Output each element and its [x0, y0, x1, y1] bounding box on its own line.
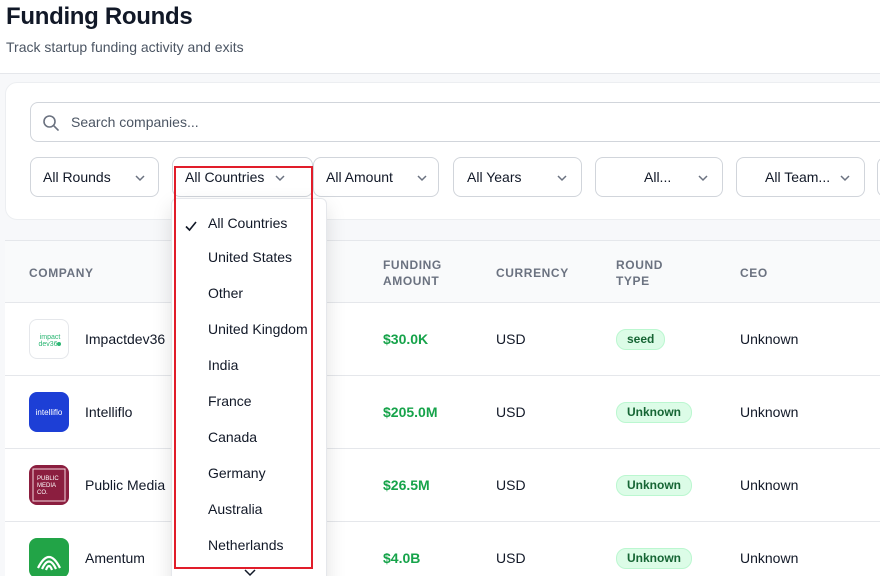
- chevron-down-icon: [275, 175, 285, 182]
- country-option-australia[interactable]: Australia: [208, 501, 262, 517]
- column-header-round-type[interactable]: Round Type: [616, 257, 676, 289]
- svg-text:intelliflo: intelliflo: [36, 408, 63, 417]
- ceo-name: Unknown: [740, 550, 799, 566]
- intelliflo-logo-icon: intelliflo: [36, 408, 63, 417]
- country-option-united-kingdom[interactable]: United Kingdom: [208, 321, 308, 337]
- round-filter-label: All Rounds: [43, 169, 111, 185]
- table-row[interactable]: intelliflo Intelliflo $205.0M USD Unknow…: [5, 376, 880, 449]
- column-header-company[interactable]: Company: [29, 265, 94, 281]
- svg-text:PUBLIC: PUBLIC: [37, 476, 59, 482]
- amount-filter-label: All Amount: [326, 169, 393, 185]
- company-logo: intelliflo: [29, 392, 69, 432]
- country-filter-label: All Countries: [185, 169, 265, 185]
- funding-amount: $205.0M: [383, 404, 438, 420]
- search-box[interactable]: [30, 102, 880, 142]
- company-name[interactable]: Impactdev36: [85, 331, 165, 347]
- ceo-name: Unknown: [740, 477, 799, 493]
- public-media-logo-icon: PUBLIC MEDIA CO.: [32, 468, 66, 502]
- round-filter-select[interactable]: All Rounds: [30, 157, 159, 197]
- round-type-badge: Unknown: [616, 402, 692, 423]
- company-logo: impact dev36: [29, 319, 69, 359]
- country-option-united-states[interactable]: United States: [208, 249, 292, 265]
- ceo-name: Unknown: [740, 331, 799, 347]
- team-filter-label: All Team...: [765, 169, 831, 185]
- country-option-france[interactable]: France: [208, 393, 252, 409]
- ceo-name: Unknown: [740, 404, 799, 420]
- search-input[interactable]: [71, 103, 771, 141]
- round-type-badge: Unknown: [616, 548, 692, 569]
- impactdev-logo-icon: impact dev36: [38, 334, 61, 348]
- svg-text:impact: impact: [40, 334, 61, 341]
- country-option-all[interactable]: All Countries: [208, 215, 287, 231]
- search-icon: [43, 115, 59, 131]
- amentum-logo-icon: [37, 555, 61, 571]
- svg-text:dev36: dev36: [38, 341, 57, 348]
- country-option-netherlands[interactable]: Netherlands: [208, 537, 284, 553]
- country-dropdown-menu: All Countries United States Other United…: [171, 198, 327, 576]
- funding-amount: $30.0K: [383, 331, 429, 347]
- filter-select-5[interactable]: All...: [595, 157, 723, 197]
- company-name[interactable]: Intelliflo: [85, 404, 132, 420]
- page-subtitle: Track startup funding activity and exits: [6, 39, 244, 55]
- svg-text:MEDIA: MEDIA: [37, 483, 56, 489]
- page-title: Funding Rounds: [6, 3, 193, 30]
- funding-amount: $4.0B: [383, 550, 421, 566]
- chevron-down-icon: [840, 175, 850, 182]
- company-name[interactable]: Amentum: [85, 550, 145, 566]
- company-logo: PUBLIC MEDIA CO.: [29, 465, 69, 505]
- chevron-down-icon: [698, 175, 708, 182]
- country-option-canada[interactable]: Canada: [208, 429, 257, 445]
- country-filter-select[interactable]: All Countries: [172, 157, 313, 197]
- table-row[interactable]: impact dev36 Impactdev36 $30.0K USD seed…: [5, 303, 880, 376]
- chevron-down-icon: [557, 175, 567, 182]
- funding-table: Company Funding Amount Currency Round Ty…: [5, 240, 880, 576]
- currency: USD: [496, 550, 526, 566]
- country-option-germany[interactable]: Germany: [208, 465, 266, 481]
- year-filter-select[interactable]: All Years: [453, 157, 582, 197]
- company-logo: [29, 538, 69, 576]
- column-header-currency[interactable]: Currency: [496, 265, 569, 281]
- company-name[interactable]: Public Media: [85, 477, 165, 493]
- round-type-badge: Unknown: [616, 475, 692, 496]
- column-header-funding-amount[interactable]: Funding Amount: [383, 257, 463, 289]
- funding-amount: $26.5M: [383, 477, 430, 493]
- filter-5-label: All...: [644, 169, 672, 185]
- country-option-other[interactable]: Other: [208, 285, 243, 301]
- round-type-badge: seed: [616, 329, 666, 350]
- currency: USD: [496, 477, 526, 493]
- currency: USD: [496, 404, 526, 420]
- chevron-down-icon: [417, 175, 427, 182]
- column-header-ceo[interactable]: CEO: [740, 265, 768, 281]
- page-header: Funding Rounds Track startup funding act…: [0, 0, 880, 74]
- country-option-india[interactable]: India: [208, 357, 238, 373]
- amount-filter-select[interactable]: All Amount: [313, 157, 439, 197]
- year-filter-label: All Years: [467, 169, 522, 185]
- svg-text:CO.: CO.: [37, 490, 48, 496]
- table-row[interactable]: PUBLIC MEDIA CO. Public Media $26.5M USD…: [5, 449, 880, 522]
- currency: USD: [496, 331, 526, 347]
- chevron-down-icon: [135, 175, 145, 182]
- check-icon: [185, 221, 197, 232]
- table-header: Company Funding Amount Currency Round Ty…: [5, 241, 880, 303]
- table-row[interactable]: Amentum $4.0B USD Unknown Unknown: [5, 522, 880, 576]
- filter-panel: All Rounds All Countries All Amount All …: [5, 82, 880, 220]
- team-filter-select[interactable]: All Team...: [736, 157, 865, 197]
- scroll-down-arrow-icon[interactable]: [244, 569, 256, 576]
